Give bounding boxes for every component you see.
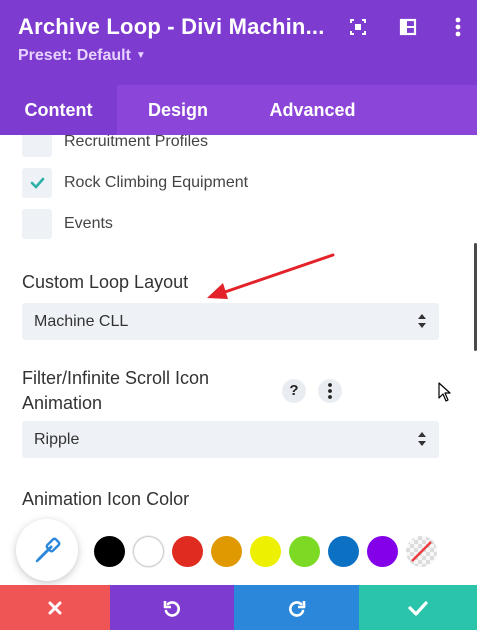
undo-button[interactable]	[110, 585, 234, 630]
swatch-orange[interactable]	[211, 536, 242, 567]
custom-loop-layout-select[interactable]: Machine CLL	[22, 303, 439, 340]
custom-loop-layout-label: Custom Loop Layout	[22, 272, 189, 292]
icon-animation-select[interactable]: Ripple	[22, 421, 439, 458]
animation-icon-color-label: Animation Icon Color	[22, 489, 190, 509]
sidebar-layout-icon[interactable]	[395, 14, 421, 40]
swatch-white[interactable]	[133, 536, 164, 567]
save-button[interactable]	[359, 585, 477, 630]
select-arrows-icon	[418, 314, 426, 328]
module-title: Archive Loop - Divi Machin...	[18, 14, 325, 39]
color-picker-button[interactable]	[16, 519, 78, 581]
eyedropper-icon	[35, 537, 61, 563]
settings-panel[interactable]: Recruitment Profiles Rock Climbing Equip…	[0, 135, 477, 585]
checkbox[interactable]	[22, 209, 52, 239]
undo-icon	[163, 600, 180, 617]
caret-down-icon: ▼	[135, 50, 146, 61]
more-options-icon[interactable]	[445, 14, 471, 40]
redo-icon	[288, 600, 305, 617]
modal-footer	[0, 585, 477, 630]
no-color-icon	[411, 541, 432, 562]
tab-advanced[interactable]: Advanced	[239, 85, 386, 135]
close-icon	[48, 601, 62, 614]
swatch-purple[interactable]	[367, 536, 398, 567]
category-label: Rock Climbing Equipment	[64, 174, 249, 191]
category-label: Recruitment Profiles	[64, 135, 209, 150]
modal-header: Archive Loop - Divi Machin... Preset: De…	[0, 0, 477, 85]
category-label: Events	[64, 215, 113, 232]
mouse-cursor-icon	[438, 382, 451, 402]
preset-label: Preset: Default	[18, 47, 131, 64]
tab-design[interactable]: Design	[117, 85, 239, 135]
select-value: Machine CLL	[34, 313, 129, 330]
help-glyph: ?	[289, 382, 299, 399]
tab-content[interactable]: Content	[0, 85, 117, 135]
field-options-icon[interactable]	[318, 379, 342, 403]
focus-icon[interactable]	[345, 14, 371, 40]
checkbox[interactable]	[22, 168, 52, 198]
preset-dropdown[interactable]: Preset: Default ▼	[18, 47, 146, 65]
swatch-transparent[interactable]	[406, 536, 437, 567]
checkmark-icon	[30, 177, 45, 189]
swatch-blue[interactable]	[328, 536, 359, 567]
settings-tabs: Content Design Advanced	[0, 85, 477, 135]
select-value: Ripple	[34, 431, 80, 448]
checkbox[interactable]	[22, 135, 52, 157]
check-icon	[408, 600, 428, 616]
help-icon[interactable]: ?	[282, 379, 306, 403]
discard-button[interactable]	[0, 585, 110, 630]
swatch-yellow[interactable]	[250, 536, 281, 567]
icon-animation-label: Filter/Infinite Scroll Icon	[22, 368, 210, 388]
swatch-black[interactable]	[94, 536, 125, 567]
select-arrows-icon	[418, 432, 426, 446]
redo-button[interactable]	[234, 585, 359, 630]
swatch-green[interactable]	[289, 536, 320, 567]
icon-animation-label-cont: Animation	[22, 393, 103, 413]
swatch-red[interactable]	[172, 536, 203, 567]
